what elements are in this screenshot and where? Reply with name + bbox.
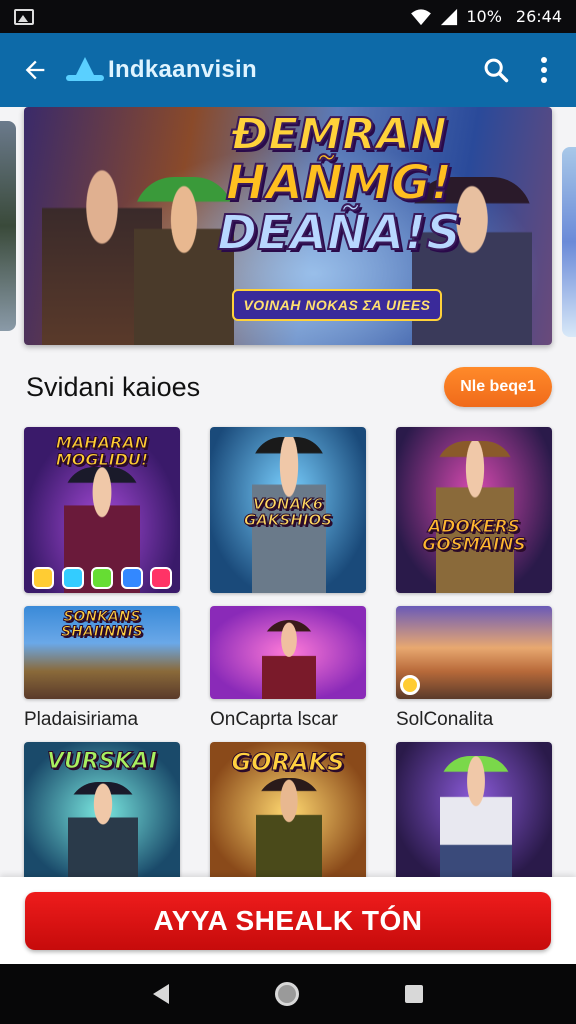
game-label: SolConalita — [396, 709, 494, 730]
game-thumbnail[interactable]: SONKANS SHAIINNIS — [24, 606, 180, 699]
battery-level: 10% — [466, 7, 502, 26]
carousel-next-peek[interactable] — [562, 147, 576, 337]
carousel-prev-peek[interactable] — [0, 121, 16, 331]
see-more-button[interactable]: Nle beqe1 — [444, 367, 552, 407]
featured-banner[interactable]: ÐEMRAN HAÑMG! DEAÑA!S VOINAH NOKAS ΣA UI… — [24, 107, 552, 345]
game-label: Pladaisiriama — [24, 709, 139, 730]
game-thumbnail[interactable]: VONAK6 GAKSHIOS — [210, 427, 366, 593]
game-title-art: VURSKAI — [47, 749, 158, 774]
more-vertical-icon — [541, 57, 547, 83]
game-thumbnail[interactable] — [396, 606, 552, 699]
game-title-art: VONAK6 GAKSHIOS — [243, 495, 333, 529]
section-header: Svidani kaioes Nle beqe1 — [0, 347, 576, 427]
app-title: Indkaanvisin — [108, 56, 257, 83]
game-label: OnCaprta lscar — [210, 709, 338, 730]
game-tile[interactable] — [396, 742, 552, 877]
game-thumbnail[interactable] — [210, 606, 366, 699]
game-thumbnail[interactable]: GORAKS — [210, 742, 366, 877]
section-title: Svidani kaioes — [26, 371, 201, 402]
game-tile[interactable]: VURSKAI — [24, 742, 180, 877]
game-thumbnail[interactable]: ADOKERS GOSMAINS — [396, 427, 552, 593]
game-tile[interactable]: GORAKS — [210, 742, 366, 877]
game-tile[interactable]: SONKANS SHAIINNIS Pladaisiriama — [24, 606, 180, 731]
bottom-action-bar: AYYA SHEALK TÓN — [0, 877, 576, 964]
banner-line-1: ÐEMRAN — [230, 109, 448, 160]
primary-cta-button[interactable]: AYYA SHEALK TÓN — [25, 891, 551, 950]
gallery-notification-icon — [14, 8, 34, 25]
app-logo — [66, 57, 106, 83]
clock: 26:44 — [515, 7, 562, 26]
status-bar: 10% 26:44 — [0, 0, 576, 33]
signal-icon — [441, 8, 458, 25]
wifi-icon — [411, 8, 432, 25]
featured-carousel[interactable]: ÐEMRAN HAÑMG! DEAÑA!S VOINAH NOKAS ΣA UI… — [0, 107, 576, 347]
system-navigation-bar — [0, 964, 576, 1024]
game-tile[interactable]: ADOKERS GOSMAINS — [396, 427, 552, 593]
more-options-button[interactable] — [526, 48, 562, 92]
game-tile[interactable]: MAHARAN MOGLIDU! — [24, 427, 180, 593]
banner-line-2: HAÑMG! — [225, 155, 454, 211]
banner-headline: ÐEMRAN HAÑMG! DEAÑA!S — [214, 109, 464, 261]
game-tile[interactable]: OnCaprta lscar — [210, 606, 366, 731]
app-bar: Indkaanvisin — [0, 33, 576, 107]
game-title-art: ADOKERS GOSMAINS — [422, 517, 527, 555]
game-title-art: SONKANS SHAIINNIS — [61, 609, 144, 640]
game-thumbnail[interactable]: MAHARAN MOGLIDU! — [24, 427, 180, 593]
game-row: MAHARAN MOGLIDU! VONAK6 GAKSHIOS ADOKERS… — [24, 427, 552, 593]
game-row: SONKANS SHAIINNIS Pladaisiriama OnCaprta… — [24, 606, 552, 731]
search-icon — [484, 58, 509, 83]
game-thumbnail[interactable]: VURSKAI — [24, 742, 180, 877]
back-button[interactable] — [18, 53, 52, 87]
search-button[interactable] — [474, 48, 518, 92]
game-row: VURSKAI GORAKS — [24, 742, 552, 877]
game-tile[interactable]: SolConalita — [396, 606, 552, 731]
game-thumbnail[interactable] — [396, 742, 552, 877]
game-tile[interactable]: VONAK6 GAKSHIOS — [210, 427, 366, 593]
nav-back-icon[interactable] — [153, 984, 169, 1004]
nav-home-icon[interactable] — [275, 982, 299, 1006]
nav-recents-icon[interactable] — [405, 985, 423, 1003]
game-title-art: MAHARAN MOGLIDU! — [55, 433, 149, 469]
banner-line-3: DEAÑA!S — [216, 205, 462, 261]
main-content: ÐEMRAN HAÑMG! DEAÑA!S VOINAH NOKAS ΣA UI… — [0, 107, 576, 877]
arrow-left-icon — [25, 60, 45, 80]
game-title-art: GORAKS — [231, 748, 345, 776]
banner-subtitle: VOINAH NOKAS ΣA UIEES — [232, 289, 442, 321]
